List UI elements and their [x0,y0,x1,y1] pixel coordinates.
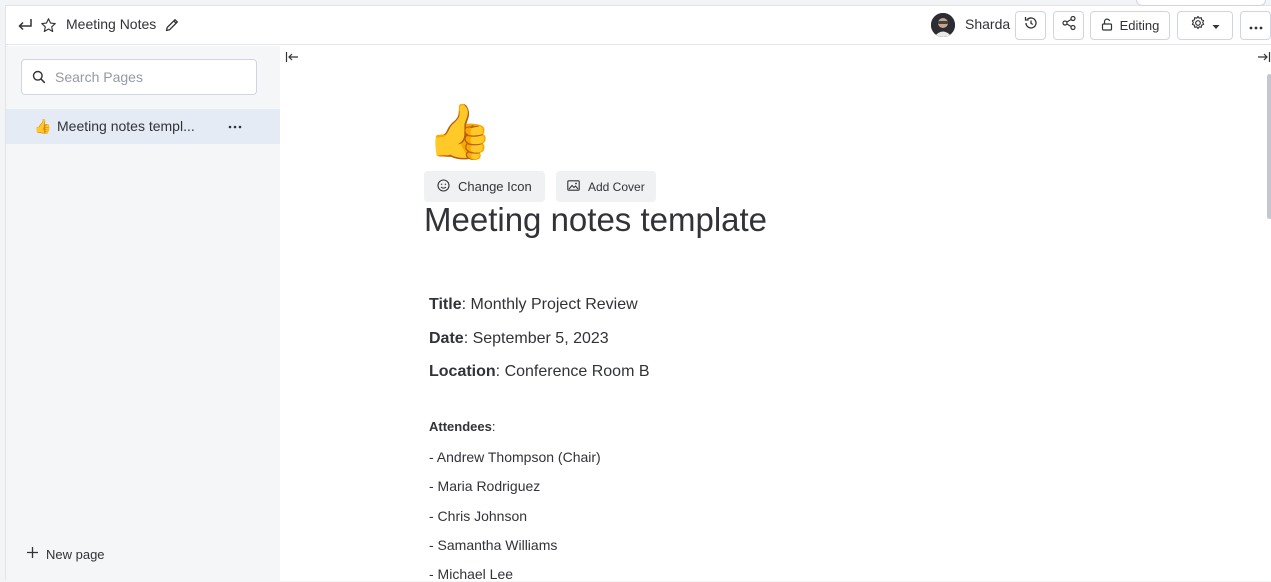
change-icon-button[interactable]: Change Icon [424,171,545,202]
field-key: Date [429,330,464,347]
smiley-icon [437,178,450,195]
add-cover-label: Add Cover [588,179,645,194]
editing-label: Editing [1119,18,1160,33]
list-item[interactable]: - Maria Rodriguez [429,478,540,494]
list-item[interactable]: - Chris Johnson [429,508,527,524]
editing-button[interactable]: Editing [1090,11,1170,40]
search-placeholder: Search Pages [55,69,143,85]
scrollbar[interactable] [1267,74,1271,219]
share-button[interactable] [1053,11,1084,40]
field-key: Title [429,296,462,313]
sidebar: Search Pages 👍 Meeting notes templ... Ne… [6,46,280,581]
field-key: Location [429,363,496,380]
more-icon [1249,17,1263,35]
plus-icon [26,546,39,562]
thumbs-up-icon: 👍 [34,118,52,134]
back-arrow-icon[interactable] [16,17,34,33]
attendees-colon: : [491,419,496,434]
page-icon[interactable]: 👍 [426,100,493,164]
user-name[interactable]: Sharda [965,16,1010,32]
lock-open-icon [1101,18,1114,34]
star-icon[interactable] [40,17,57,34]
field-value: : Conference Room B [495,363,650,380]
pencil-icon[interactable] [164,17,180,38]
settings-icon [1190,15,1206,36]
change-icon-label: Change Icon [458,179,532,194]
field-title[interactable]: Title: Monthly Project Review [429,296,638,314]
image-icon [567,179,580,194]
search-input[interactable]: Search Pages [21,59,257,95]
more-button[interactable] [1240,11,1271,40]
attendees-label: Attendees [429,419,492,434]
expand-panel-icon[interactable] [1257,50,1271,69]
sidebar-page-label: Meeting notes templ... [57,118,195,134]
document-area: 👍 Change Icon Add Cover Meeting notes te… [280,46,1271,582]
avatar[interactable] [931,13,955,37]
history-button[interactable] [1015,11,1046,40]
field-date[interactable]: Date: September 5, 2023 [429,330,609,348]
field-location[interactable]: Location: Conference Room B [429,363,650,381]
field-value: : September 5, 2023 [463,330,609,347]
share-icon [1061,15,1077,36]
history-icon [1023,15,1039,36]
list-item[interactable]: - Samantha Williams [429,537,557,553]
add-cover-button[interactable]: Add Cover [556,171,656,202]
settings-button[interactable] [1177,11,1233,40]
app-window: Meeting Notes Sharda Editing Search Page… [5,0,1271,582]
top-bar: Meeting Notes Sharda Editing [6,6,1271,45]
attendees-heading[interactable]: Attendees: [429,419,495,434]
board-title[interactable]: Meeting Notes [66,16,156,32]
list-item[interactable]: - Andrew Thompson (Chair) [429,449,601,465]
search-icon [32,70,46,89]
collapse-sidebar-icon[interactable] [285,50,299,69]
page-more-icon[interactable] [228,116,242,134]
chevron-down-icon [1212,17,1220,35]
document-title[interactable]: Meeting notes template [424,201,767,239]
new-page-button[interactable]: New page [26,546,105,562]
field-value: : Monthly Project Review [461,296,638,313]
new-page-label: New page [46,546,105,562]
sidebar-page-item[interactable]: 👍 Meeting notes templ... [6,109,280,144]
